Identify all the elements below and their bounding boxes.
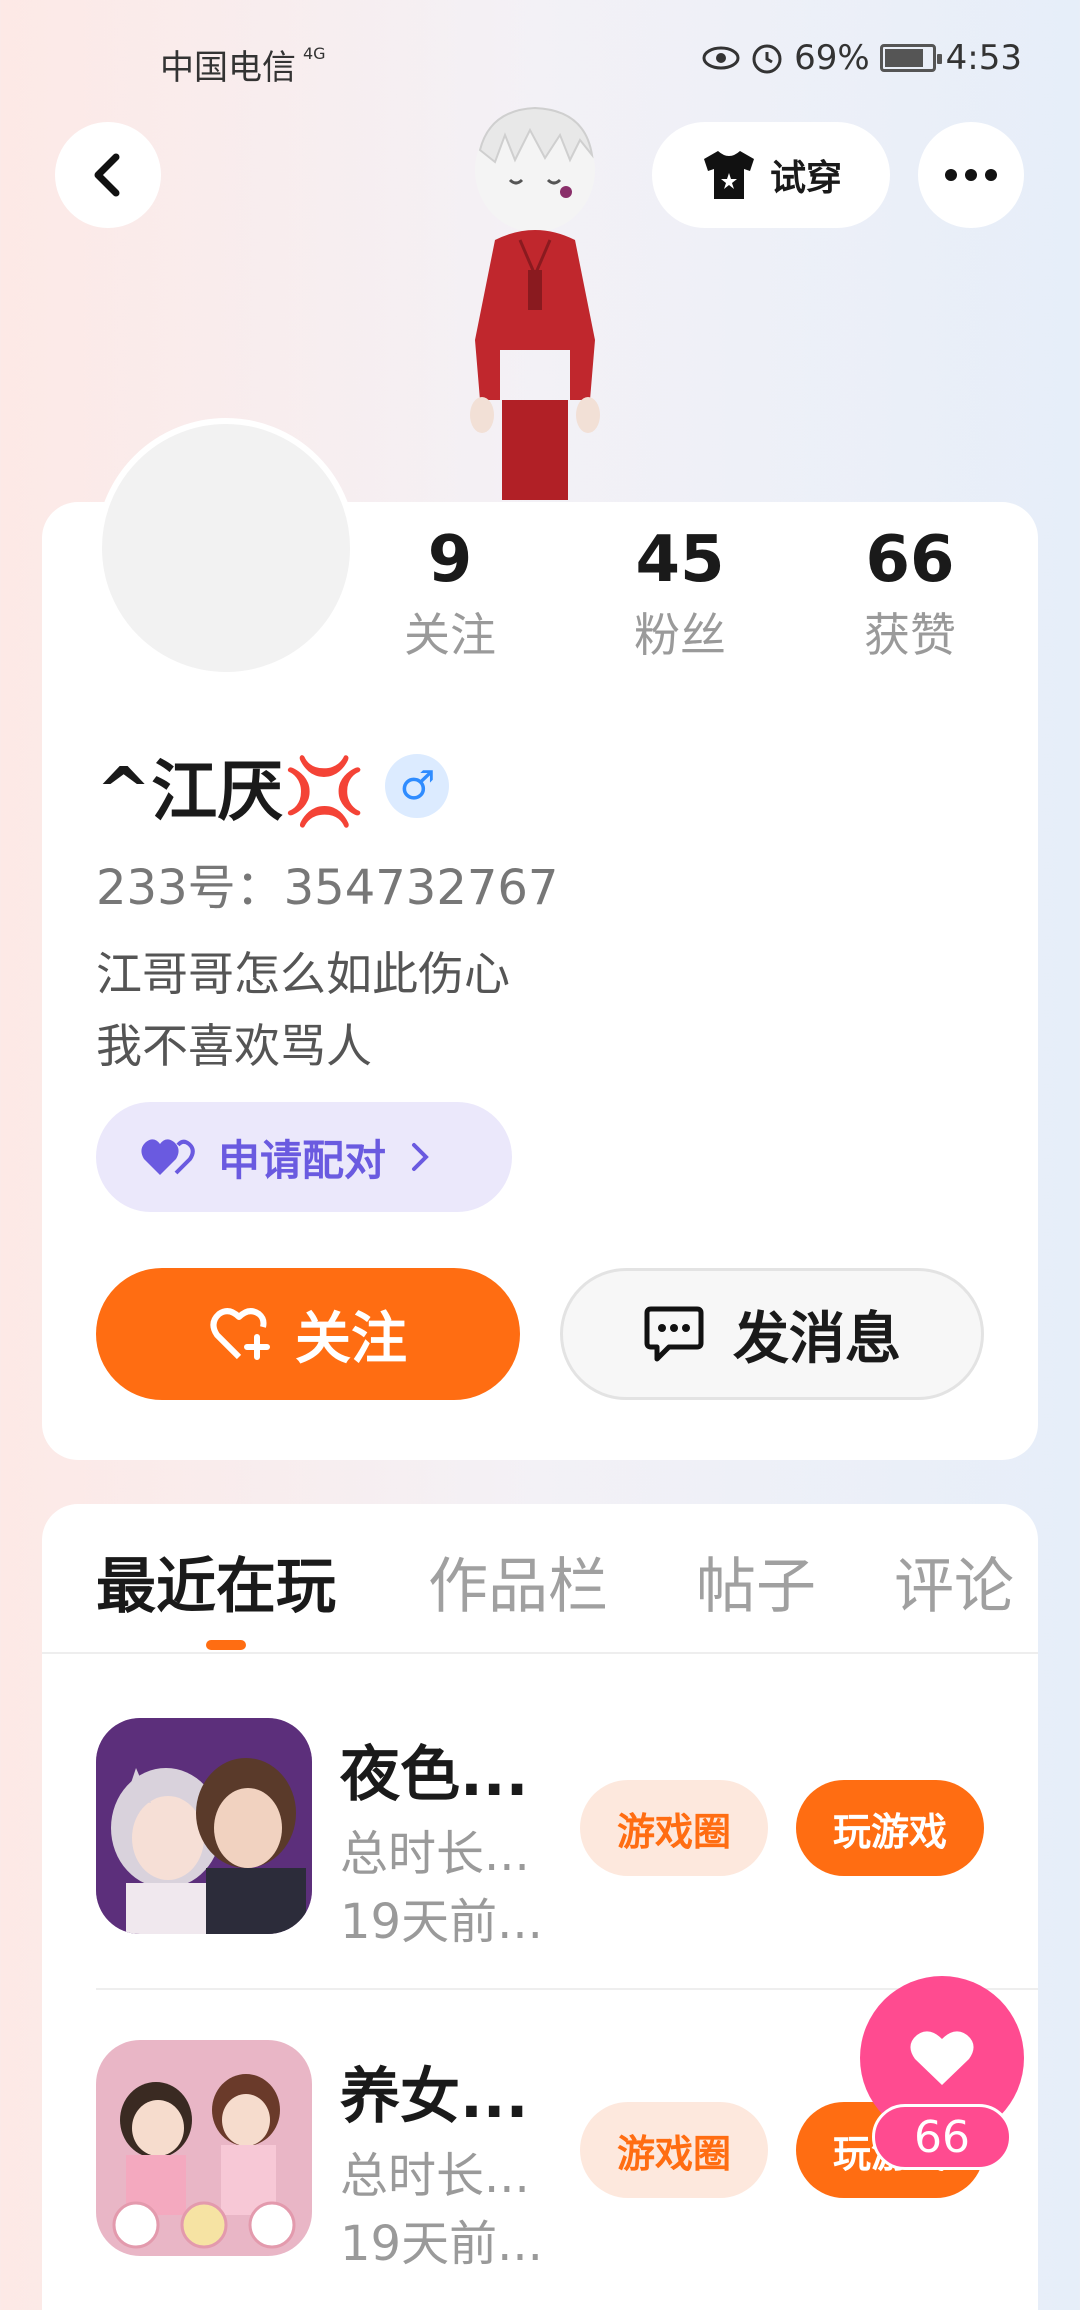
user-id: 233号：354732767 — [96, 860, 559, 916]
send-message-button[interactable]: 发消息 — [560, 1268, 984, 1400]
chevron-right-icon — [412, 1143, 429, 1171]
network-type: 4G — [303, 44, 326, 63]
send-message-label: 发消息 — [733, 1306, 901, 1372]
clock-time: 4:53 — [945, 38, 1022, 78]
stat-followers[interactable]: 45 粉丝 — [580, 520, 780, 670]
request-match-label: 申请配对 — [218, 1135, 387, 1185]
bio-line: 江哥哥怎么如此伤心 — [96, 947, 510, 1001]
game-last-played: 19天前... — [340, 2216, 543, 2272]
stat-label: 关注 — [404, 608, 496, 662]
try-on-label: 试穿 — [769, 158, 842, 199]
chevron-left-icon — [94, 153, 120, 197]
double-heart-icon — [141, 1139, 195, 1175]
tabs-divider — [42, 1652, 1038, 1654]
stat-label: 粉丝 — [634, 608, 726, 662]
more-dots-icon — [941, 166, 1001, 185]
battery-percent: 69% — [794, 38, 870, 78]
heart-plus-icon — [210, 1308, 270, 1360]
game-circle-button[interactable]: 游戏圈 — [580, 1780, 768, 1876]
more-options-button[interactable] — [918, 122, 1024, 228]
stat-value: 66 — [865, 523, 955, 597]
list-item[interactable]: 夜色... 总时长... 19天前... 游戏圈 玩游戏 — [96, 1718, 1038, 1950]
game-circle-button[interactable]: 游戏圈 — [580, 2102, 768, 2198]
stat-following[interactable]: 9 关注 — [350, 520, 550, 670]
carrier-name: 中国电信 — [160, 48, 296, 88]
game-title: 夜色... — [340, 1740, 529, 1810]
avatar-figure-illustration — [470, 106, 600, 500]
avatar[interactable] — [96, 418, 356, 678]
tab-comments[interactable]: 评论 — [894, 1538, 1014, 1625]
tab-recently-played[interactable]: 最近在玩 — [96, 1538, 336, 1625]
back-button[interactable] — [55, 122, 161, 228]
bio-line: 我不喜欢骂人 — [96, 1019, 372, 1073]
tshirt-icon — [703, 151, 754, 199]
request-match-button[interactable]: 申请配对 — [96, 1102, 512, 1212]
like-count-badge: 66 — [872, 2104, 1012, 2170]
stat-label: 获赞 — [864, 608, 956, 662]
follow-label: 关注 — [295, 1306, 407, 1372]
game-total-time: 总时长... — [340, 1826, 530, 1882]
bio: 江哥哥怎么如此伤心 我不喜欢骂人 — [96, 938, 510, 1082]
game-icon — [96, 1718, 312, 1934]
tab-posts[interactable]: 帖子 — [696, 1538, 816, 1625]
male-gender-icon: ♂ — [385, 754, 450, 818]
eye-comfort-icon — [702, 46, 740, 70]
stat-value: 45 — [635, 523, 725, 597]
tab-works[interactable]: 作品栏 — [428, 1538, 608, 1625]
active-tab-indicator — [206, 1640, 246, 1650]
chat-bubble-icon — [644, 1306, 704, 1362]
stat-value: 9 — [427, 523, 473, 597]
game-icon — [96, 2040, 312, 2256]
battery-icon — [879, 44, 942, 72]
username: ^江厌💢 ♂ — [96, 738, 450, 834]
game-last-played: 19天前... — [340, 1894, 543, 1950]
follow-button[interactable]: 关注 — [96, 1268, 520, 1400]
game-total-time: 总时长... — [340, 2148, 530, 2204]
heart-icon — [910, 2031, 974, 2085]
status-right: 69% 4:53 — [702, 38, 1022, 78]
game-title: 养女... — [340, 2062, 529, 2132]
try-on-button[interactable]: 试穿 — [652, 122, 890, 228]
username-text: ^江厌💢 — [96, 753, 366, 830]
alarm-icon — [752, 44, 782, 74]
stat-likes[interactable]: 66 获赞 — [810, 520, 1010, 670]
play-game-button[interactable]: 玩游戏 — [796, 1780, 984, 1876]
